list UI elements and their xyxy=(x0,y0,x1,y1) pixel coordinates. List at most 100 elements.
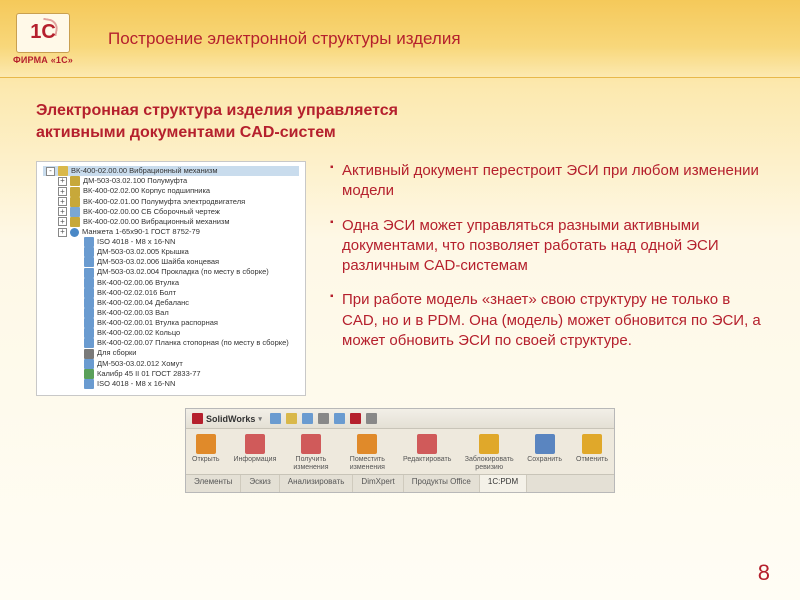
sw-tab[interactable]: Элементы xyxy=(186,475,241,492)
tree-node-icon xyxy=(84,338,94,348)
tree-row[interactable]: ДМ-503-03.02.012 Хомут xyxy=(43,359,299,369)
tree-node-label: ISO 4018 - M8 x 16-NN xyxy=(97,237,175,247)
sw-ribbon-label: Сохранить xyxy=(527,456,562,463)
tree-row[interactable]: + ДМ-503-03.02.100 Полумуфта xyxy=(43,176,299,186)
tree-node-label: ВК-400-02.02.00 Корпус подшипника xyxy=(83,186,210,196)
tree-screenshot: - ВК-400-02.00.00 Вибрационный механизм … xyxy=(36,161,306,396)
tree-node-icon xyxy=(70,207,80,217)
slide-title: Построение электронной структуры изделия xyxy=(108,29,461,49)
logo-firm: ФИРМА «1С» xyxy=(13,55,73,65)
tree-row[interactable]: + ВК-400-02.02.00 Корпус подшипника xyxy=(43,186,299,196)
tree-node-icon xyxy=(84,379,94,389)
tree-row[interactable]: ДМ-503-03.02.004 Прокладка (по месту в с… xyxy=(43,267,299,277)
tree-node-label: ДМ-503-03.02.004 Прокладка (по месту в с… xyxy=(97,267,269,277)
sw-ribbon-button[interactable]: Информация xyxy=(234,434,277,471)
tree-row[interactable]: ДМ-503-03.02.005 Крышка xyxy=(43,247,299,257)
tree-row[interactable]: + ВК-400-02.01.00 Полумуфта электродвига… xyxy=(43,197,299,207)
sw-ribbon-icon xyxy=(535,434,555,454)
tree-row[interactable]: + ВК-400-02.00.00 СБ Сборочный чертеж xyxy=(43,207,299,217)
sw-ribbon-icon xyxy=(582,434,602,454)
sw-open-icon[interactable] xyxy=(286,413,297,424)
sw-tab[interactable]: Продукты Office xyxy=(404,475,480,492)
tree-node-icon xyxy=(70,187,80,197)
tree-row[interactable]: + ВК-400-02.00.00 Вибрационный механизм xyxy=(43,217,299,227)
tree-node-label: ВК-400-02.01.00 Полумуфта электродвигате… xyxy=(83,197,245,207)
tree-row[interactable]: Для сборки xyxy=(43,348,299,358)
tree-node-icon xyxy=(70,176,80,186)
sw-ribbon-button[interactable]: Отменить xyxy=(576,434,608,471)
sw-print-icon[interactable] xyxy=(318,413,329,424)
tree-node-label: ВК-400-02.00.02 Кольцо xyxy=(97,328,180,338)
tree-node-label: Калибр 45 II 01 ГОСТ 2833-77 xyxy=(97,369,201,379)
tree-expand-icon[interactable]: + xyxy=(58,197,67,206)
sw-ribbon-button[interactable]: Получить изменения xyxy=(290,434,331,471)
tree-node-icon xyxy=(84,247,94,257)
tree-node-icon xyxy=(70,217,80,227)
sw-tab[interactable]: Анализировать xyxy=(280,475,354,492)
sw-dropdown-icon: ▾ xyxy=(258,415,262,423)
tree-expand-icon[interactable]: + xyxy=(58,177,67,186)
sw-ribbon-label: Информация xyxy=(234,456,277,463)
two-columns: - ВК-400-02.00.00 Вибрационный механизм … xyxy=(36,161,764,396)
tree-node-icon xyxy=(84,257,94,267)
tree-node-icon xyxy=(70,228,79,237)
tree-row[interactable]: ДМ-503-03.02.006 Шайба концевая xyxy=(43,257,299,267)
tree-node-label: ДМ-503-03.02.006 Шайба концевая xyxy=(97,257,219,267)
logo-symbol: 1C xyxy=(16,13,70,53)
content-area: Электронная структура изделия управляетс… xyxy=(0,78,800,493)
sw-rebuild-icon[interactable] xyxy=(350,413,361,424)
bullet-item: Одна ЭСИ может управляться разными актив… xyxy=(330,216,764,277)
tree-row[interactable]: Калибр 45 II 01 ГОСТ 2833-77 xyxy=(43,369,299,379)
sw-ribbon-icon xyxy=(479,434,499,454)
sw-tab[interactable]: Эскиз xyxy=(241,475,279,492)
sw-ribbon-icon xyxy=(245,434,265,454)
sw-logo: SolidWorks ▾ xyxy=(192,413,262,424)
tree-expand-icon[interactable]: + xyxy=(58,207,67,216)
sw-ribbon-button[interactable]: Открыть xyxy=(192,434,220,471)
slide-header: 1C ФИРМА «1С» Построение электронной стр… xyxy=(0,0,800,78)
sw-ribbon-icon xyxy=(357,434,377,454)
tree-node-label: ДМ-503-03.02.012 Хомут xyxy=(97,359,183,369)
sw-options-icon[interactable] xyxy=(366,413,377,424)
tree-row[interactable]: ВК-400-02.00.06 Втулка xyxy=(43,278,299,288)
tree-node-icon xyxy=(84,308,94,318)
tree-expand-icon[interactable]: + xyxy=(58,228,67,237)
tree-node-icon xyxy=(84,328,94,338)
tree-expand-icon[interactable]: + xyxy=(58,187,67,196)
sw-ribbon-button[interactable]: Редактировать xyxy=(403,434,451,471)
sw-ribbon-label: Получить изменения xyxy=(290,456,331,471)
tree-row[interactable]: ВК-400-02.00.03 Вал xyxy=(43,308,299,318)
tree-row[interactable]: ВК-400-02.00.07 Планка стопорная (по мес… xyxy=(43,338,299,348)
tree-node-label: ISO 4018 - M8 x 16-NN xyxy=(97,379,175,389)
tree-node-label: ВК-400-02.00.04 Дебаланс xyxy=(97,298,189,308)
tree-row[interactable]: ВК-400-02.00.02 Кольцо xyxy=(43,328,299,338)
sw-ribbon-label: Открыть xyxy=(192,456,220,463)
tree-row[interactable]: - ВК-400-02.00.00 Вибрационный механизм xyxy=(43,166,299,176)
tree-node-label: ДМ-503-03.02.005 Крышка xyxy=(97,247,189,257)
tree-node-icon xyxy=(84,369,94,379)
tree-node-icon xyxy=(84,349,94,359)
tree-row[interactable]: ISO 4018 - M8 x 16-NN xyxy=(43,379,299,389)
sw-undo-icon[interactable] xyxy=(334,413,345,424)
sw-ribbon-button[interactable]: Поместить изменения xyxy=(345,434,389,471)
sw-tab[interactable]: 1C:PDM xyxy=(480,475,527,492)
tree-node-icon xyxy=(84,318,94,328)
tree-expand-icon[interactable]: - xyxy=(46,167,55,176)
sw-titlebar: SolidWorks ▾ xyxy=(186,409,614,429)
sw-ribbon-button[interactable]: Сохранить xyxy=(527,434,562,471)
sw-ribbon-label: Заблокировать ревизию xyxy=(465,456,514,471)
tree-node-label: ВК-400-02.02.016 Болт xyxy=(97,288,176,298)
sw-save-icon[interactable] xyxy=(302,413,313,424)
tree-row[interactable]: ВК-400-02.00.01 Втулка распорная xyxy=(43,318,299,328)
tree-row[interactable]: ISO 4018 - M8 x 16-NN xyxy=(43,237,299,247)
tree-expand-icon[interactable]: + xyxy=(58,217,67,226)
tree-node-icon xyxy=(84,278,94,288)
tree-row[interactable]: + Манжета 1-65х90-1 ГОСТ 8752-79 xyxy=(43,227,299,237)
tree-row[interactable]: ВК-400-02.02.016 Болт xyxy=(43,288,299,298)
sw-new-icon[interactable] xyxy=(270,413,281,424)
sw-ribbon-icon xyxy=(196,434,216,454)
sw-ribbon-button[interactable]: Заблокировать ревизию xyxy=(465,434,513,471)
sw-tab[interactable]: DimXpert xyxy=(353,475,403,492)
tree-row[interactable]: ВК-400-02.00.04 Дебаланс xyxy=(43,298,299,308)
sw-ribbon-label: Отменить xyxy=(576,456,608,463)
